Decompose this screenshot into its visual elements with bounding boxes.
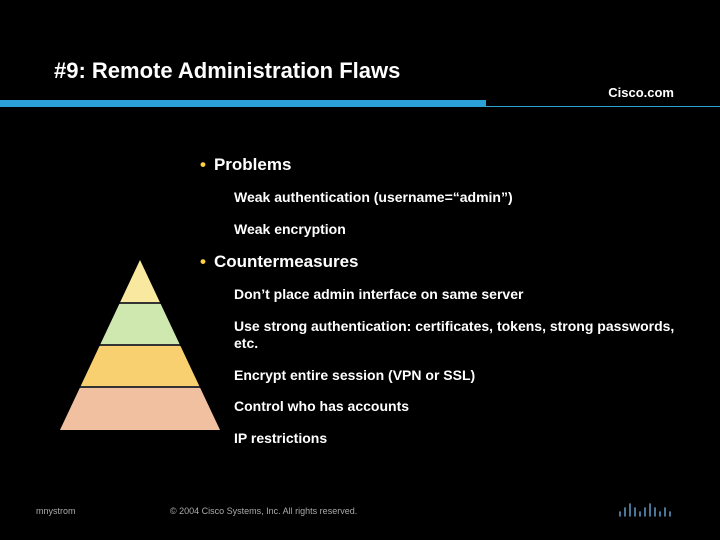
- section-heading-text: Problems: [214, 155, 291, 174]
- list-item: IP restrictions: [234, 430, 690, 448]
- list-item: Control who has accounts: [234, 398, 690, 416]
- title-rule-thin: [0, 106, 720, 107]
- brand-label: Cisco.com: [608, 85, 674, 100]
- section-heading-countermeasures: •Countermeasures: [200, 252, 690, 272]
- cisco-logo-icon: [616, 496, 676, 522]
- list-item: Use strong authentication: certificates,…: [234, 318, 690, 353]
- bullet-icon: •: [200, 155, 206, 174]
- slide-title: #9: Remote Administration Flaws: [54, 58, 400, 84]
- list-item: Weak encryption: [234, 221, 690, 239]
- content-area: • Problems Weak authentication (username=…: [200, 155, 690, 461]
- pyramid-graphic: [60, 260, 220, 430]
- list-item: Don’t place admin interface on same serv…: [234, 286, 690, 304]
- footer-author: mnystrom: [36, 506, 76, 516]
- section-heading-text: Countermeasures: [214, 252, 359, 271]
- list-item: Weak authentication (username=“admin”): [234, 189, 690, 207]
- footer-copyright: © 2004 Cisco Systems, Inc. All rights re…: [170, 506, 357, 516]
- section-heading-problems: • Problems: [200, 155, 690, 175]
- list-item: Encrypt entire session (VPN or SSL): [234, 367, 690, 385]
